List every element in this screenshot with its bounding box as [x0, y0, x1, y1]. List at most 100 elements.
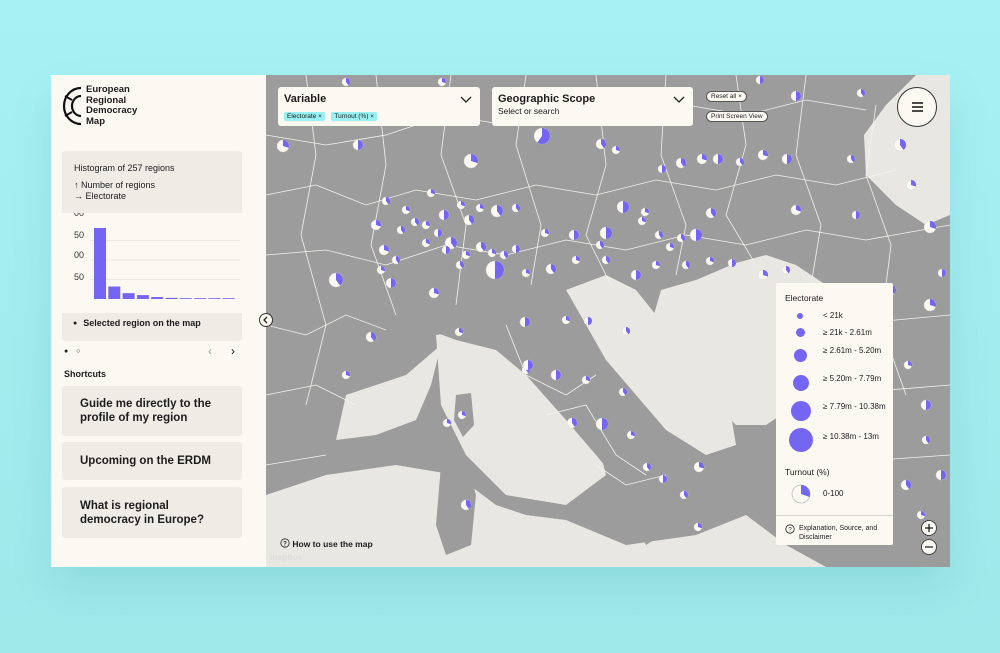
region-marker-turnout [606, 227, 612, 239]
scope-search-input[interactable]: Select or search [498, 106, 687, 116]
region-marker-turnout [796, 91, 801, 101]
sidebar: European Regional Democracy Map Histogra… [51, 75, 266, 567]
logo[interactable]: European Regional Democracy Map [61, 84, 151, 131]
legend-dot [789, 428, 813, 452]
region-marker-turnout [718, 154, 723, 164]
close-icon[interactable]: × [370, 113, 374, 120]
histogram-y-tick: 00 [74, 250, 84, 260]
legend-size-label: ≥ 10.38m - 13m [823, 432, 879, 441]
chevron-down-icon [673, 96, 685, 103]
shortcut-my-region-button[interactable]: Guide me directly to the profile of my r… [62, 386, 242, 436]
region-marker-turnout [942, 269, 946, 277]
menu-icon [912, 102, 923, 112]
region-marker-turnout [588, 317, 592, 325]
shortcuts-title: Shortcuts [64, 369, 107, 379]
zoom-in-button[interactable] [921, 520, 937, 536]
region-marker-turnout [636, 270, 641, 280]
chevron-down-icon [460, 96, 472, 103]
plus-icon [925, 524, 933, 532]
chip-electorate-label: Electorate [287, 113, 317, 120]
histogram-bar[interactable] [94, 228, 106, 299]
map-legend: Electorate < 21k ≥ 21k - 2.61m ≥ 2.61m -… [776, 283, 893, 545]
legend-dot [791, 401, 811, 421]
mapbox-attribution[interactable]: mapbox [270, 552, 303, 562]
legend-size-row: ≥ 10.38m - 13m [785, 428, 890, 454]
histogram-bar[interactable] [179, 298, 192, 299]
selected-region-note: Selected region on the map [73, 318, 201, 328]
minus-icon [925, 546, 933, 548]
pager-dots[interactable]: ● ○ [64, 348, 83, 355]
histogram-bar[interactable] [108, 286, 121, 299]
explanation-link[interactable]: ? Explanation, Source, and Disclaimer [785, 524, 881, 542]
app-window: European Regional Democracy Map Histogra… [51, 75, 950, 567]
close-icon[interactable]: × [318, 113, 322, 120]
help-icon: ? [785, 524, 795, 534]
scope-dropdown-title: Geographic Scope [498, 93, 596, 105]
region-marker-turnout [602, 418, 608, 430]
region-marker-turnout [662, 165, 666, 173]
histogram-bar[interactable] [122, 293, 135, 299]
reset-all-button[interactable]: Reset all × [706, 91, 747, 102]
region-marker-turnout [574, 230, 579, 240]
pager-prev-button[interactable]: ‹ [208, 344, 212, 358]
pager-next-button[interactable]: › [231, 344, 235, 358]
histogram-legend-y: ↑ Number of regions [74, 180, 156, 190]
logo-mark-icon [62, 86, 82, 126]
region-marker-turnout [528, 360, 533, 370]
legend-turnout-row: 0-100 [785, 483, 890, 505]
reset-all-label: Reset all [711, 93, 737, 100]
histogram-bar[interactable] [194, 298, 207, 299]
region-marker-turnout [444, 210, 449, 220]
print-screen-view-button[interactable]: Print Screen View [706, 111, 768, 122]
legend-dot [796, 328, 805, 337]
variable-dropdown[interactable]: Variable Electorate × Turnout (%) × [278, 87, 480, 126]
shortcut-upcoming-button[interactable]: Upcoming on the ERDM [62, 442, 242, 480]
region-marker-turnout [525, 317, 530, 327]
histogram-plot: 00 50 00 50 [62, 213, 242, 313]
legend-size-label: ≥ 2.61m - 5.20m [823, 346, 882, 355]
region-marker-turnout [760, 76, 764, 84]
histogram-title: Histogram of 257 regions [74, 163, 175, 173]
legend-size-row: ≥ 7.79m - 10.38m [785, 400, 890, 424]
region-marker-turnout [438, 229, 442, 237]
help-icon: ? [280, 538, 290, 548]
histogram-bar[interactable] [151, 297, 164, 299]
legend-size-row: ≥ 21k - 2.61m [785, 326, 890, 340]
geographic-scope-dropdown[interactable]: Geographic Scope Select or search [492, 87, 693, 126]
histogram-y-tick: 00 [74, 213, 84, 218]
region-marker-turnout [358, 140, 363, 150]
zoom-out-button[interactable] [921, 539, 937, 555]
region-marker-turnout [941, 470, 946, 480]
how-to-use-map-link[interactable]: ? How to use the map [280, 538, 373, 549]
variable-chips: Electorate × Turnout (%) × [284, 105, 474, 123]
legend-size-label: < 21k [823, 311, 843, 320]
shortcut-regional-democracy-button[interactable]: What is regional democracy in Europe? [62, 487, 242, 538]
region-marker-turnout [926, 400, 931, 410]
histogram-bar[interactable] [165, 297, 178, 299]
histogram-bar[interactable] [222, 298, 235, 299]
legend-size-row: ≥ 2.61m - 5.20m [785, 345, 890, 367]
region-marker-turnout [696, 229, 702, 241]
legend-size-row: ≥ 5.20m - 7.79m [785, 372, 890, 396]
menu-button[interactable] [897, 87, 937, 127]
legend-size-label: ≥ 5.20m - 7.79m [823, 374, 882, 383]
region-marker-turnout [556, 370, 561, 380]
region-marker-turnout [856, 211, 860, 219]
chip-turnout[interactable]: Turnout (%) × [331, 112, 378, 121]
legend-dot [797, 313, 803, 319]
collapse-sidebar-button[interactable] [259, 313, 273, 327]
histogram-bar[interactable] [136, 295, 149, 299]
legend-divider [776, 515, 893, 516]
region-marker-turnout [663, 475, 667, 483]
region-marker-turnout [391, 278, 396, 288]
how-to-label: How to use the map [292, 539, 373, 549]
region-marker-turnout [787, 154, 792, 164]
legend-size-row: < 21k [785, 310, 890, 322]
histogram-bar[interactable] [208, 298, 221, 299]
variable-dropdown-title: Variable [284, 93, 327, 105]
histogram-legend-x: → Electorate [74, 191, 127, 201]
map-view[interactable]: Variable Electorate × Turnout (%) × Geog… [266, 75, 950, 567]
region-marker-turnout [495, 261, 504, 279]
chip-electorate[interactable]: Electorate × [284, 112, 325, 121]
region-marker-turnout [516, 245, 520, 253]
